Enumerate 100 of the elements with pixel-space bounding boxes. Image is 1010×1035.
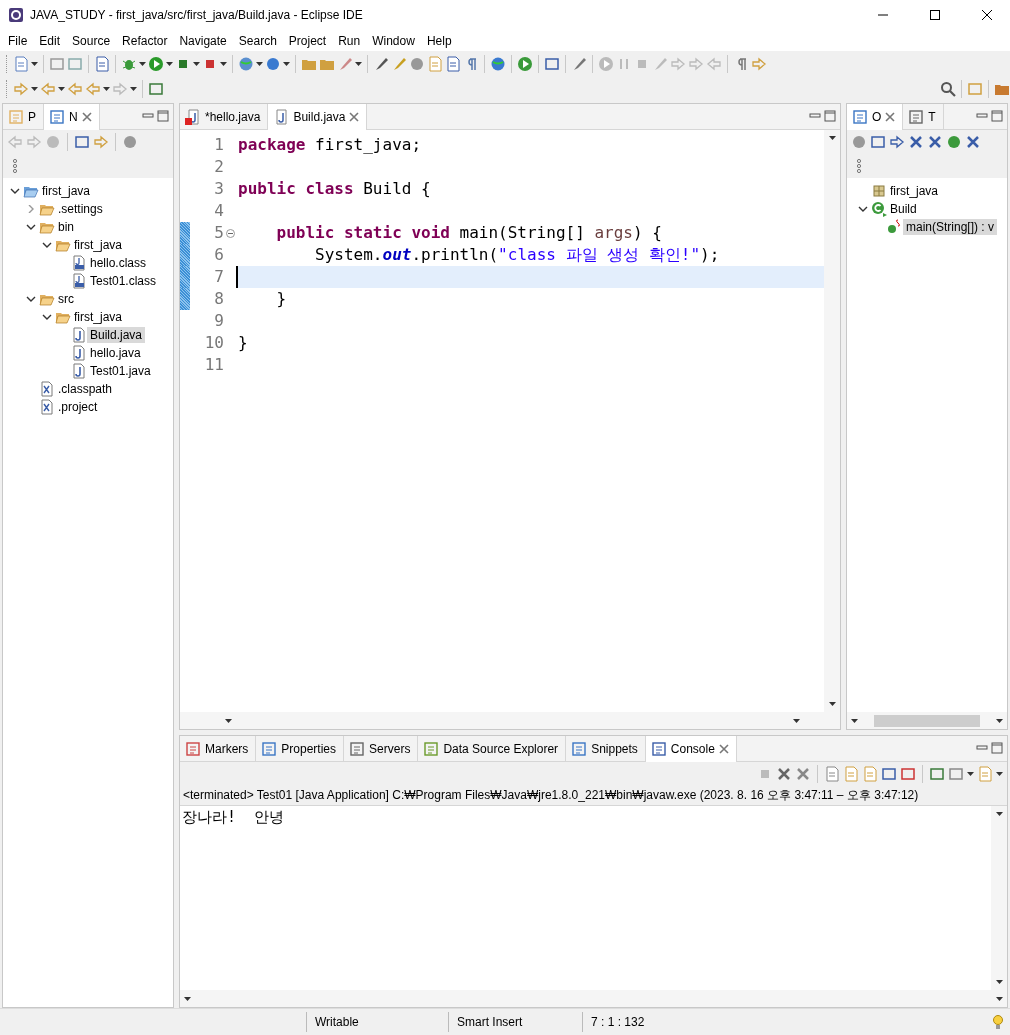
caret-icon[interactable] — [103, 86, 110, 91]
close-icon[interactable] — [982, 10, 992, 20]
view-tab[interactable]: O — [847, 104, 904, 130]
expand-chevron-icon[interactable] — [26, 223, 36, 231]
view-tab[interactable]: N — [44, 104, 100, 130]
caret-icon[interactable] — [996, 772, 1003, 776]
caret-icon[interactable] — [184, 996, 191, 1001]
view-tab[interactable]: Snippets — [566, 736, 646, 761]
menu-item[interactable]: Source — [66, 33, 117, 48]
tree-item[interactable]: Build — [887, 201, 920, 217]
caret-icon[interactable] — [996, 718, 1003, 723]
servers-view-icon — [349, 740, 366, 757]
caret-icon[interactable] — [220, 61, 227, 66]
run-icon[interactable] — [148, 55, 164, 72]
java-file-icon — [71, 345, 87, 361]
view-tab[interactable]: Servers — [344, 736, 419, 761]
tree-item[interactable]: src — [55, 291, 77, 307]
collapse-chevron-icon[interactable] — [26, 205, 36, 213]
menu-item[interactable]: Window — [366, 33, 421, 48]
menu-item[interactable]: Refactor — [116, 33, 174, 48]
view-tab[interactable]: Build.java — [268, 104, 368, 130]
caret-icon[interactable] — [995, 812, 1003, 816]
expand-chevron-icon[interactable] — [858, 205, 868, 213]
caret-icon[interactable] — [193, 61, 200, 66]
markers-view-icon — [185, 740, 201, 757]
view-tab[interactable]: *hello.java — [180, 104, 269, 129]
search-icon[interactable] — [940, 80, 956, 97]
view-tab[interactable]: Console — [645, 736, 737, 762]
tree-item[interactable]: bin — [55, 219, 77, 235]
caret-icon[interactable] — [31, 61, 38, 66]
menu-item[interactable]: Run — [332, 33, 367, 48]
menu-item[interactable]: Edit — [33, 33, 67, 48]
tree-item[interactable]: Test01.class — [87, 273, 160, 289]
caret-icon[interactable] — [967, 772, 974, 776]
globe-icon[interactable] — [490, 55, 506, 72]
caret-icon[interactable] — [828, 136, 836, 140]
caret-icon[interactable] — [31, 86, 38, 91]
navigator-view-icon — [49, 109, 65, 125]
tree-item[interactable]: main(String[]) : v — [903, 219, 998, 235]
resume-icon[interactable] — [598, 55, 614, 72]
binary-file-icon — [71, 255, 87, 271]
line-number: 4 — [213, 200, 224, 222]
menu-item[interactable]: Project — [282, 33, 333, 48]
caret-icon[interactable] — [851, 718, 858, 723]
caret-icon[interactable] — [355, 61, 362, 66]
line-number: 8 — [213, 288, 224, 310]
console-view-icon — [650, 741, 667, 757]
menu-item[interactable]: Navigate — [173, 33, 233, 48]
tree-item[interactable]: first_java — [71, 237, 126, 253]
caret-icon[interactable] — [139, 61, 146, 66]
tree-item[interactable]: first_java — [71, 309, 126, 325]
view-tab[interactable]: Properties — [256, 736, 345, 761]
code-line: public class Build { — [237, 178, 432, 200]
view-tab[interactable]: Markers — [180, 736, 257, 761]
horizontal-scrollbar[interactable] — [180, 712, 840, 729]
caret-icon[interactable] — [828, 702, 836, 706]
caret-icon[interactable] — [793, 718, 800, 723]
caret-icon[interactable] — [130, 86, 137, 91]
vertical-scrollbar[interactable] — [991, 806, 1007, 990]
horizontal-scrollbar[interactable] — [847, 712, 1007, 729]
lightbulb-icon[interactable] — [990, 1014, 1006, 1030]
caret-icon[interactable] — [283, 61, 290, 66]
tree-item[interactable]: hello.class — [87, 255, 150, 271]
vertical-scrollbar[interactable] — [824, 130, 840, 712]
fold-icon[interactable] — [225, 228, 235, 238]
doc-icon[interactable] — [445, 55, 461, 72]
view-tab[interactable]: Data Source Explorer — [418, 736, 567, 761]
circle-icon[interactable] — [946, 134, 962, 150]
view-tab[interactable]: T — [903, 104, 944, 129]
expand-chevron-icon[interactable] — [42, 313, 52, 321]
tree-item[interactable]: .project — [55, 399, 101, 415]
caret-icon[interactable] — [225, 718, 232, 723]
caret-icon[interactable] — [58, 86, 65, 91]
caret-icon[interactable] — [996, 996, 1003, 1001]
horizontal-scrollbar[interactable] — [180, 990, 1007, 1007]
caret-icon[interactable] — [256, 61, 263, 66]
expand-chevron-icon[interactable] — [26, 295, 36, 303]
java-file-icon — [71, 327, 87, 343]
tree-item[interactable]: first_java — [887, 183, 942, 199]
eclipse-logo-icon — [8, 7, 24, 23]
tree-item[interactable]: .classpath — [55, 381, 116, 397]
expand-chevron-icon[interactable] — [10, 187, 20, 195]
maximize-icon[interactable] — [930, 10, 940, 20]
package-icon — [871, 183, 887, 199]
binary-file-icon — [71, 273, 87, 289]
tree-item[interactable]: first_java — [39, 183, 94, 199]
java-file-icon — [273, 109, 290, 125]
caret-icon[interactable] — [166, 61, 173, 66]
tree-item[interactable]: hello.java — [87, 345, 144, 361]
tree-item[interactable]: Build.java — [87, 327, 146, 343]
line-number: 11 — [203, 354, 224, 376]
tree-item[interactable]: .settings — [55, 201, 106, 217]
menu-item[interactable]: Help — [420, 33, 458, 48]
x-file-icon — [39, 381, 55, 397]
code-line: System.out.println("class 파일 생성 확인!"); — [314, 244, 721, 266]
menu-item[interactable]: File — [2, 33, 34, 48]
menu-item[interactable]: Search — [232, 33, 283, 48]
expand-chevron-icon[interactable] — [42, 241, 52, 249]
caret-icon[interactable] — [995, 980, 1003, 984]
tree-item[interactable]: Test01.java — [87, 363, 154, 379]
